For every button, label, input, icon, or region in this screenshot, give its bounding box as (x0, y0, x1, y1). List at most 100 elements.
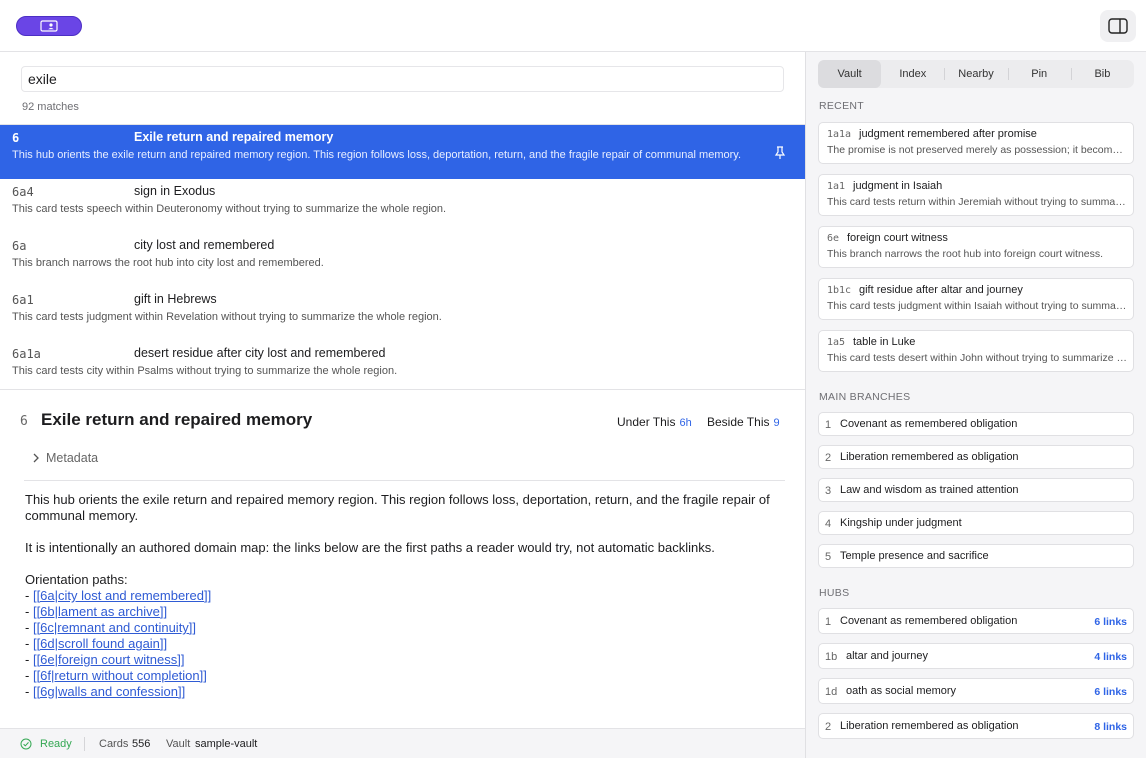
recent-card-title: table in Luke (853, 336, 916, 348)
hub-label: oath as social memory (846, 685, 957, 697)
under-this-link[interactable]: Under This 6h (617, 415, 692, 429)
recent-heading: RECENT (819, 100, 864, 112)
tab-pin[interactable]: Pin (1007, 60, 1071, 88)
path-item: - [[6g|walls and confession]] (25, 684, 186, 699)
hub-link-count: 4 links (1094, 651, 1127, 663)
recent-card[interactable]: 1a1a judgment remembered after promise T… (818, 122, 1134, 164)
branch-item[interactable]: 5 Temple presence and sacrifice (818, 544, 1134, 568)
tab-nearby[interactable]: Nearby (944, 60, 1007, 88)
branch-item[interactable]: 1 Covenant as remembered obligation (818, 412, 1134, 436)
result-row[interactable]: 6a city lost and remembered This branch … (0, 233, 805, 287)
hub-link-count: 8 links (1094, 721, 1127, 733)
path-link[interactable]: [[6a|city lost and remembered]] (33, 588, 211, 603)
vault-name: sample-vault (195, 738, 258, 750)
top-bar (0, 0, 1146, 52)
hub-item[interactable]: 1 Covenant as remembered obligation 6 li… (818, 608, 1134, 634)
pin-icon[interactable] (772, 145, 788, 161)
beside-this-link[interactable]: Beside This 9 (707, 415, 780, 429)
card-detail: 6 Exile return and repaired memory Under… (0, 390, 805, 728)
beside-this-count: 9 (773, 417, 780, 429)
path-link[interactable]: [[6f|return without completion]] (33, 668, 207, 683)
result-title: desert residue after city lost and remem… (134, 346, 386, 360)
main-pane: 92 matches 6 Exile return and repaired m… (0, 52, 805, 728)
branch-number: 1 (825, 419, 832, 431)
recent-card[interactable]: 1b1c gift residue after altar and journe… (818, 278, 1134, 320)
result-desc: This card tests city within Psalms witho… (12, 365, 398, 377)
search-input[interactable] (21, 66, 784, 92)
result-row-selected[interactable]: 6 Exile return and repaired memory This … (0, 125, 805, 179)
detail-title: Exile return and repaired memory (41, 410, 313, 429)
sidebar-toggle-button[interactable] (1100, 10, 1136, 42)
path-item: - [[6b|lament as archive]] (25, 604, 168, 619)
status-state: Ready (40, 738, 72, 750)
recent-card-title: judgment remembered after promise (859, 128, 1037, 140)
path-link[interactable]: [[6g|walls and confession]] (33, 684, 185, 699)
mode-button[interactable] (16, 16, 82, 36)
branch-label: Covenant as remembered obligation (840, 418, 1018, 430)
status-divider (84, 737, 85, 751)
sidebar-toggle-icon (1108, 18, 1128, 34)
recent-card-id: 1a5 (827, 337, 846, 348)
hub-link-count: 6 links (1094, 686, 1127, 698)
path-link[interactable]: [[6d|scroll found again]] (33, 636, 167, 651)
hub-item[interactable]: 2 Liberation remembered as obligation 8 … (818, 713, 1134, 739)
result-title: gift in Hebrews (134, 292, 217, 306)
branch-number: 5 (825, 551, 832, 563)
result-desc: This card tests speech within Deuteronom… (12, 203, 447, 215)
branch-item[interactable]: 4 Kingship under judgment (818, 511, 1134, 535)
hub-label: Liberation remembered as obligation (840, 720, 1019, 732)
recent-card-desc: The promise is not preserved merely as p… (827, 144, 1127, 156)
hub-id: 2 (825, 721, 832, 733)
metadata-label: Metadata (46, 451, 99, 465)
result-title: sign in Exodus (134, 184, 216, 198)
recent-card-title: foreign court witness (847, 232, 948, 244)
branch-number: 3 (825, 485, 832, 497)
recent-card-desc: This branch narrows the root hub into fo… (827, 248, 1104, 260)
result-title: city lost and remembered (134, 238, 275, 252)
recent-card-id: 1a1a (827, 129, 852, 140)
hub-id: 1 (825, 616, 832, 628)
chevron-right-icon (33, 453, 39, 463)
result-desc: This hub orients the exile return and re… (12, 149, 742, 161)
hub-item[interactable]: 1d oath as social memory 6 links (818, 678, 1134, 704)
recent-card-desc: This card tests desert within John witho… (827, 352, 1127, 364)
sidebar-tabs: Vault Index Nearby Pin Bib (818, 60, 1134, 88)
recent-card-id: 1a1 (827, 181, 846, 192)
result-title: Exile return and repaired memory (134, 130, 334, 144)
tab-bib[interactable]: Bib (1070, 60, 1134, 88)
path-item: - [[6e|foreign court witness]] (25, 652, 185, 667)
detail-body: This hub orients the exile return and re… (25, 492, 785, 700)
branch-label: Law and wisdom as trained attention (840, 484, 1019, 496)
hub-label: Covenant as remembered obligation (840, 615, 1018, 627)
result-id: 6a (12, 239, 27, 253)
branch-label: Temple presence and sacrifice (840, 550, 989, 562)
recent-card[interactable]: 1a1 judgment in Isaiah This card tests r… (818, 174, 1134, 216)
result-id: 6a1 (12, 293, 34, 307)
id-card-icon (40, 20, 58, 32)
app-window: 92 matches 6 Exile return and repaired m… (0, 0, 1146, 758)
path-link[interactable]: [[6b|lament as archive]] (33, 604, 167, 619)
tab-index[interactable]: Index (881, 60, 944, 88)
path-item: - [[6d|scroll found again]] (25, 636, 168, 651)
branch-item[interactable]: 2 Liberation remembered as obligation (818, 445, 1134, 469)
branch-item[interactable]: 3 Law and wisdom as trained attention (818, 478, 1134, 502)
hub-id: 1d (825, 686, 838, 698)
path-item: - [[6f|return without completion]] (25, 668, 207, 683)
orientation-paths-label: Orientation paths: (25, 572, 128, 587)
hub-link-count: 6 links (1094, 616, 1127, 628)
result-row[interactable]: 6a1 gift in Hebrews This card tests judg… (0, 287, 805, 341)
tab-vault[interactable]: Vault (818, 60, 882, 88)
metadata-toggle[interactable]: Metadata (32, 451, 98, 465)
cards-count: 556 (132, 738, 151, 750)
path-item: - [[6c|remnant and continuity]] (25, 620, 197, 635)
result-row[interactable]: 6a1a desert residue after city lost and … (0, 341, 805, 395)
hub-item[interactable]: 1b altar and journey 4 links (818, 643, 1134, 669)
path-link[interactable]: [[6e|foreign court witness]] (33, 652, 185, 667)
path-link[interactable]: [[6c|remnant and continuity]] (33, 620, 196, 635)
detail-paragraph: This hub orients the exile return and re… (25, 492, 770, 523)
divider (24, 480, 785, 481)
result-row[interactable]: 6a4 sign in Exodus This card tests speec… (0, 179, 805, 233)
recent-card[interactable]: 6e foreign court witness This branch nar… (818, 226, 1134, 268)
detail-id: 6 (20, 414, 28, 429)
recent-card[interactable]: 1a5 table in Luke This card tests desert… (818, 330, 1134, 372)
